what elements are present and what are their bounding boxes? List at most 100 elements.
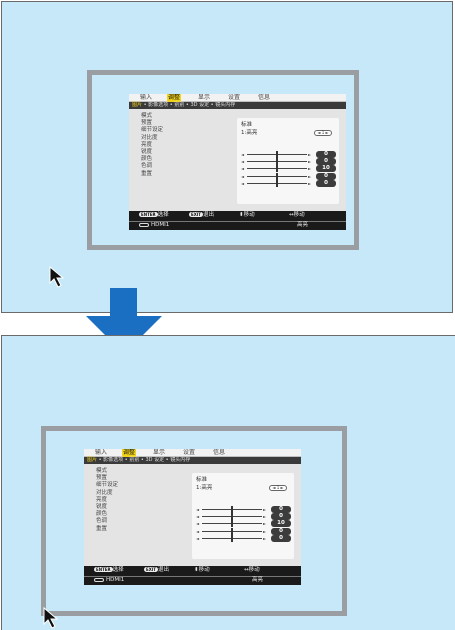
label-brightness[interactable]: 亮度	[96, 497, 118, 504]
increase-arrow-icon[interactable]: ►	[263, 528, 266, 535]
osd-footer-hints: ENTER 选择 EXIT 退出 ⬍移动 ↔移动	[84, 566, 301, 576]
slider-knob[interactable]	[276, 179, 278, 187]
increase-arrow-icon[interactable]: ►	[308, 151, 311, 158]
slider-row[interactable]: ◄ ► 0	[196, 527, 296, 535]
label-detail[interactable]: 细节设定	[96, 482, 118, 489]
increase-arrow-icon[interactable]: ►	[263, 513, 266, 520]
slider-row[interactable]: ◄ ► 0	[241, 172, 341, 180]
decrease-arrow-icon[interactable]: ◄	[241, 173, 244, 180]
slider-row[interactable]: ◄ ► 0	[241, 151, 341, 158]
decrease-arrow-icon[interactable]: ◄	[196, 528, 199, 535]
slider-knob[interactable]	[231, 527, 233, 535]
source-status: HDMI1	[94, 577, 124, 584]
tab-adjust[interactable]: 调整	[167, 94, 182, 102]
label-brightness[interactable]: 亮度	[141, 142, 163, 149]
slider-row[interactable]: ◄ ► 0	[196, 513, 296, 521]
label-contrast[interactable]: 对比度	[141, 135, 163, 142]
preset-value: 1:高亮	[241, 130, 258, 136]
decrease-arrow-icon[interactable]: ◄	[241, 158, 244, 165]
breadcrumb-item[interactable]: 镜头内存	[170, 457, 190, 463]
slider-knob[interactable]	[276, 172, 278, 180]
slider-knob[interactable]	[231, 513, 233, 521]
label-reset[interactable]: 重置	[96, 526, 118, 533]
breadcrumb-item[interactable]: 别别	[129, 457, 139, 463]
slider-knob[interactable]	[276, 151, 278, 158]
slider-row[interactable]: ◄ ► 0	[241, 179, 341, 187]
label-detail[interactable]: 细节设定	[141, 127, 163, 134]
increase-arrow-icon[interactable]: ►	[263, 520, 266, 527]
enter-key-icon: ENTER	[94, 567, 113, 572]
tab-display[interactable]: 显示	[152, 449, 166, 457]
tab-setup[interactable]: 设置	[227, 94, 241, 102]
hint-enter: ENTER 选择	[94, 567, 124, 574]
increase-arrow-icon[interactable]: ►	[308, 180, 311, 187]
slider-value: 0	[271, 527, 291, 535]
slider-knob[interactable]	[231, 520, 233, 528]
hint-exit-label: 退出	[203, 212, 215, 218]
setting-labels: 模式 预置 细节设定 对比度 亮度 锐度 颜色 色调 重置	[96, 468, 118, 533]
preset-value: 1:高亮	[196, 485, 213, 491]
decrease-arrow-icon[interactable]: ◄	[241, 180, 244, 187]
label-contrast[interactable]: 对比度	[96, 490, 118, 497]
slider-value: 0	[271, 506, 291, 513]
setting-labels: 模式 预置 细节设定 对比度 亮度 锐度 颜色 色调 重置	[141, 113, 163, 178]
hint-exit: EXIT 退出	[144, 567, 169, 574]
increase-arrow-icon[interactable]: ►	[308, 165, 311, 172]
decrease-arrow-icon[interactable]: ◄	[196, 513, 199, 520]
slider-value: 10	[271, 520, 291, 528]
preset-selector[interactable]: ◄ 1 ►	[314, 130, 332, 136]
slider-knob[interactable]	[276, 165, 278, 173]
label-hue[interactable]: 色调	[96, 518, 118, 525]
slider-knob[interactable]	[231, 506, 233, 513]
increase-arrow-icon[interactable]: ►	[308, 158, 311, 165]
breadcrumb-item[interactable]: 影像选项	[103, 457, 123, 463]
increase-arrow-icon[interactable]: ►	[263, 535, 266, 542]
slider-value: 0	[316, 172, 336, 180]
slider-knob[interactable]	[231, 534, 233, 542]
projector-osd-menu: 输入 调整 显示 设置 信息 图片 • 影像选项 • 别别 • 3D 设定 • …	[129, 94, 346, 230]
increase-arrow-icon[interactable]: ►	[263, 506, 266, 513]
slider-row[interactable]: ◄ ► 0	[241, 158, 341, 166]
label-reset[interactable]: 重置	[141, 171, 163, 178]
increase-arrow-icon[interactable]: ►	[308, 173, 311, 180]
source-name: HDMI1	[106, 577, 125, 583]
hdmi-icon	[139, 222, 149, 227]
label-hue[interactable]: 色调	[141, 163, 163, 170]
breadcrumb-current: 图片	[132, 102, 143, 108]
screen-after: 输入 调整 显示 设置 信息 图片 • 影像选项 • 别别 • 3D 设定 • …	[1, 335, 455, 630]
tab-adjust[interactable]: 调整	[122, 449, 137, 457]
slider-knob[interactable]	[276, 158, 278, 166]
breadcrumb-item[interactable]: 别别	[174, 102, 184, 108]
tab-info[interactable]: 信息	[257, 94, 271, 102]
hint-move-label: 移动	[243, 212, 255, 218]
slider-row[interactable]: ◄ ► 10	[196, 520, 296, 528]
slider-value: 0	[316, 158, 336, 166]
tab-setup[interactable]: 设置	[182, 449, 196, 457]
breadcrumb-item[interactable]: 影像选项	[148, 102, 168, 108]
slider-value: 0	[316, 179, 336, 187]
decrease-arrow-icon[interactable]: ◄	[196, 535, 199, 542]
hdmi-icon	[94, 577, 104, 582]
decrease-arrow-icon[interactable]: ◄	[196, 506, 199, 513]
decrease-arrow-icon[interactable]: ◄	[241, 165, 244, 172]
decrease-arrow-icon[interactable]: ◄	[196, 520, 199, 527]
mode-value: 标准	[196, 477, 208, 483]
preset-selector[interactable]: ◄ 1 ►	[269, 485, 287, 491]
breadcrumb-item[interactable]: 3D 设定	[145, 457, 164, 463]
tab-display[interactable]: 显示	[197, 94, 211, 102]
screen-before: 输入 调整 显示 设置 信息 图片 • 影像选项 • 别别 • 3D 设定 • …	[1, 1, 453, 313]
hint-move2-label: 移动	[248, 567, 260, 573]
tab-input[interactable]: 输入	[139, 94, 153, 102]
tab-info[interactable]: 信息	[212, 449, 226, 457]
slider-value: 10	[316, 165, 336, 173]
decrease-arrow-icon[interactable]: ◄	[241, 151, 244, 158]
hint-exit: EXIT 退出	[189, 212, 214, 219]
breadcrumb-item[interactable]: 镜头内存	[215, 102, 235, 108]
slider-value: 0	[271, 534, 291, 542]
slider-value: 0	[271, 513, 291, 521]
tab-input[interactable]: 输入	[94, 449, 108, 457]
slider-row[interactable]: ◄ ► 10	[241, 165, 341, 173]
breadcrumb-item[interactable]: 3D 设定	[190, 102, 209, 108]
slider-row[interactable]: ◄ ► 0	[196, 506, 296, 513]
slider-row[interactable]: ◄ ► 0	[196, 534, 296, 542]
